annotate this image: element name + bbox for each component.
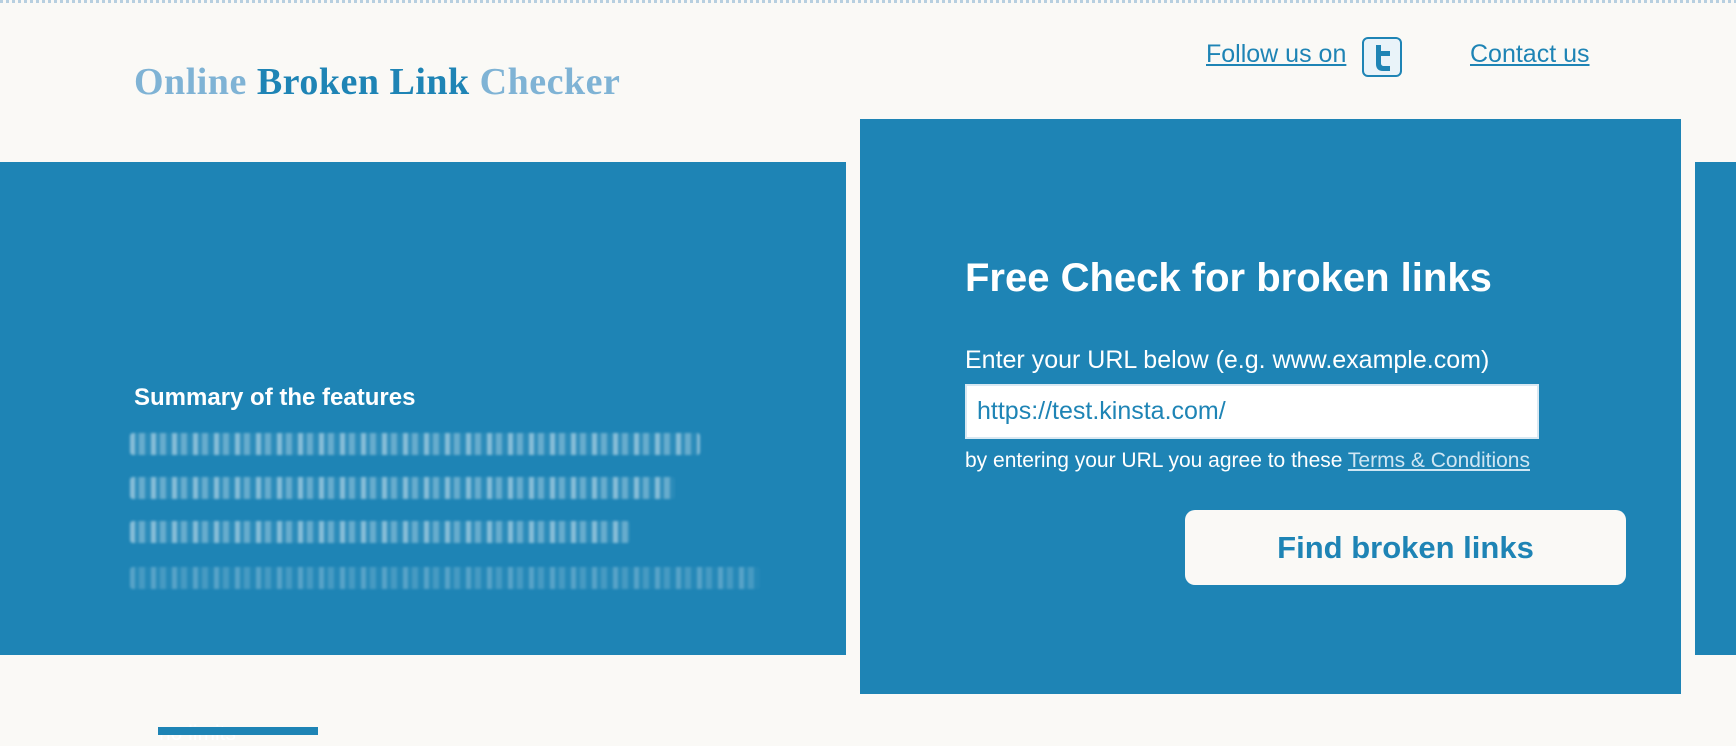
logo-word-online: Online (134, 61, 247, 103)
site-logo[interactable]: Online Broken Link Checker (134, 60, 620, 104)
logo-word-link: Link (389, 61, 470, 103)
twitter-t-glyph (1376, 45, 1390, 71)
find-broken-links-button[interactable]: Find broken links (1185, 510, 1626, 585)
terms-conditions-link[interactable]: Terms & Conditions (1348, 449, 1530, 472)
twitter-icon[interactable] (1362, 37, 1402, 77)
contact-us-link[interactable]: Contact us (1470, 40, 1590, 69)
follow-us-link[interactable]: Follow us on (1206, 40, 1346, 69)
terms-notice-text: by entering your URL you agree to these (965, 449, 1343, 472)
features-summary-title: Summary of the features (134, 384, 416, 411)
features-band-right-edge (1695, 162, 1736, 655)
features-band: Summary of the features no limits (0, 162, 846, 745)
logo-word-broken: Broken (256, 61, 380, 103)
url-field-label: Enter your URL below (e.g. www.example.c… (965, 346, 1490, 374)
blurred-feature-line (130, 477, 675, 499)
bottom-tab-edge (158, 727, 318, 735)
blurred-feature-line (130, 567, 760, 589)
blurred-feature-line (130, 433, 700, 455)
blurred-feature-line (130, 521, 630, 543)
terms-notice: by entering your URL you agree to these … (965, 449, 1530, 473)
checker-panel: Free Check for broken links Enter your U… (860, 119, 1681, 694)
top-dotted-rule (0, 0, 1736, 3)
url-input[interactable] (965, 384, 1539, 439)
checker-title: Free Check for broken links (965, 256, 1492, 300)
logo-word-checker: Checker (479, 61, 621, 103)
